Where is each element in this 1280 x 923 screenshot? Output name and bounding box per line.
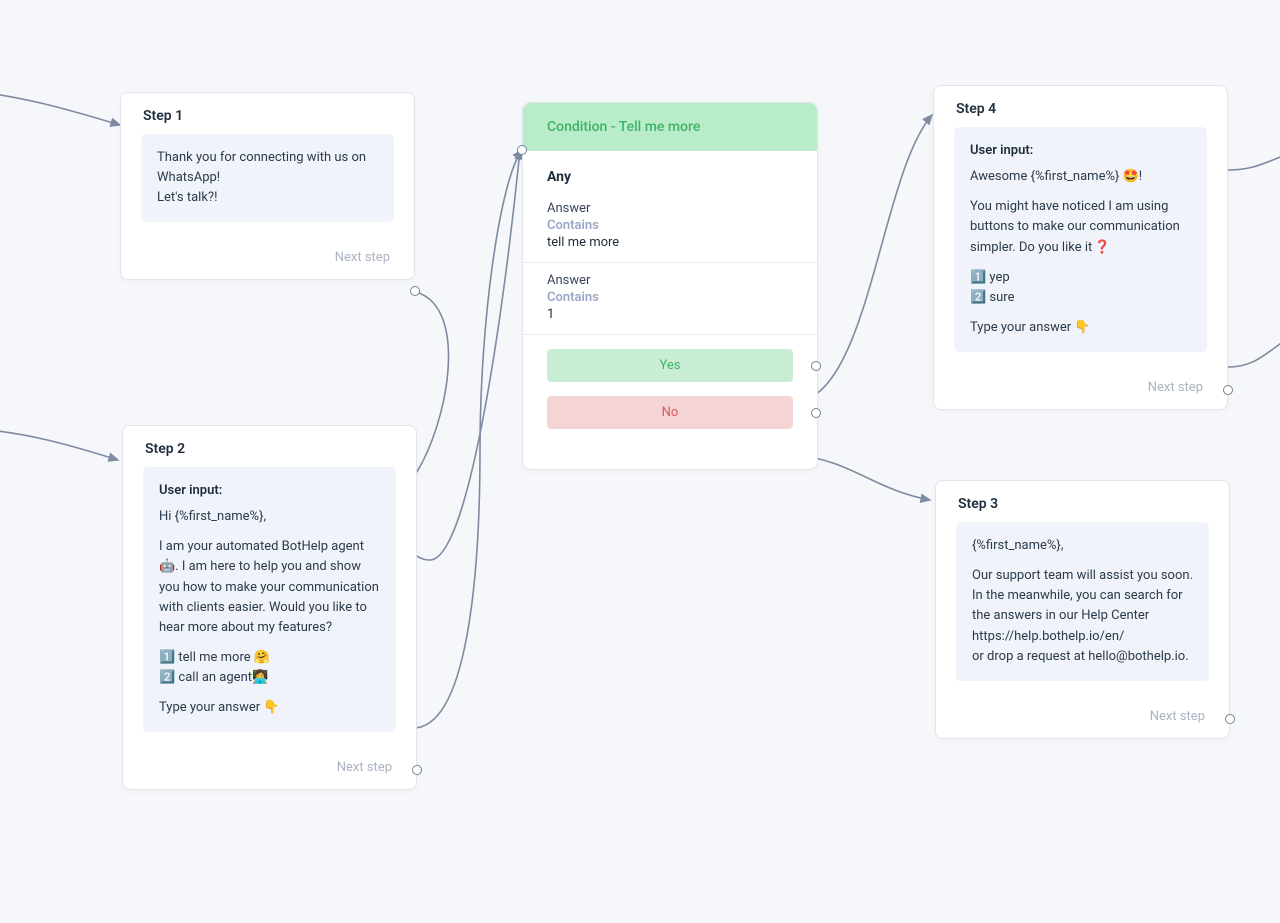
step4-awesome: Awesome {%first_name%} 🤩!: [970, 167, 1191, 187]
condition-yes[interactable]: Yes: [547, 349, 793, 382]
step1-out-port[interactable]: [410, 286, 420, 296]
step4-option2: 2️⃣ sure: [970, 288, 1191, 308]
step3-content: {%first_name%}, Our support team will as…: [956, 522, 1209, 681]
step3-greeting: {%first_name%},: [972, 536, 1193, 556]
condition-rule-1: Answer Contains tell me more: [523, 191, 817, 263]
step1-node[interactable]: Step 1 Thank you for connecting with us …: [120, 92, 415, 280]
step1-line3: Let's talk?!: [157, 188, 378, 208]
condition-in-port[interactable]: [517, 145, 527, 155]
condition-contains-label-2: Contains: [547, 290, 793, 305]
step4-option1: 1️⃣ yep: [970, 268, 1191, 288]
step4-title: Step 4: [934, 86, 1227, 127]
step1-content: Thank you for connecting with us on What…: [141, 134, 394, 222]
condition-title: Condition - Tell me more: [523, 103, 817, 151]
step3-out-port[interactable]: [1225, 714, 1235, 724]
condition-yes-label: Yes: [660, 358, 681, 373]
condition-value-1: tell me more: [547, 235, 793, 250]
step4-next-step[interactable]: Next step: [934, 370, 1227, 409]
step4-node[interactable]: Step 4 User input: Awesome {%first_name%…: [933, 85, 1228, 410]
step2-user-input-label: User input:: [159, 481, 380, 501]
step2-greeting: Hi {%first_name%},: [159, 507, 380, 527]
condition-no-port[interactable]: [811, 408, 821, 418]
step3-next-step[interactable]: Next step: [936, 699, 1229, 738]
step2-next-step[interactable]: Next step: [123, 750, 416, 789]
step2-out-port[interactable]: [412, 765, 422, 775]
condition-any-label: Any: [523, 151, 817, 191]
question-mark-icon: ❓: [1094, 240, 1110, 255]
step2-prompt: Type your answer 👇: [159, 698, 380, 718]
step3-line5: or drop a request at hello@bothelp.io.: [972, 647, 1193, 667]
step3-line2: In the meanwhile, you can search for: [972, 586, 1193, 606]
condition-value-2: 1: [547, 307, 793, 322]
step1-next-step[interactable]: Next step: [121, 240, 414, 279]
step4-out-port[interactable]: [1223, 385, 1233, 395]
step2-content: User input: Hi {%first_name%}, I am your…: [143, 467, 396, 732]
condition-yes-port[interactable]: [811, 361, 821, 371]
step3-line1: Our support team will assist you soon.: [972, 566, 1193, 586]
condition-node[interactable]: Condition - Tell me more Any Answer Cont…: [522, 102, 818, 470]
step2-option1: 1️⃣ tell me more 🤗: [159, 648, 380, 668]
condition-no[interactable]: No: [547, 396, 793, 429]
step1-line1: Thank you for connecting with us on: [157, 148, 378, 168]
condition-contains-label-1: Contains: [547, 218, 793, 233]
condition-answer-label-2: Answer: [547, 273, 793, 288]
step4-prompt: Type your answer 👇: [970, 318, 1191, 338]
step4-user-input-label: User input:: [970, 141, 1191, 161]
step2-intro: I am your automated BotHelp agent 🤖. I a…: [159, 537, 380, 638]
condition-answer-label-1: Answer: [547, 201, 793, 216]
step2-node[interactable]: Step 2 User input: Hi {%first_name%}, I …: [122, 425, 417, 790]
step2-option2: 2️⃣ call an agent👩‍💻: [159, 668, 380, 688]
condition-no-label: No: [662, 405, 679, 420]
step4-content: User input: Awesome {%first_name%} 🤩! Yo…: [954, 127, 1207, 352]
step1-title: Step 1: [121, 93, 414, 134]
step4-notice: You might have noticed I am using button…: [970, 197, 1191, 257]
step3-title: Step 3: [936, 481, 1229, 522]
step3-line3: the answers in our Help Center: [972, 606, 1193, 626]
step3-node[interactable]: Step 3 {%first_name%}, Our support team …: [935, 480, 1230, 739]
step2-title: Step 2: [123, 426, 416, 467]
step3-line4: https://help.bothelp.io/en/: [972, 627, 1193, 647]
condition-rule-2: Answer Contains 1: [523, 263, 817, 335]
step1-line2: WhatsApp!: [157, 168, 378, 188]
